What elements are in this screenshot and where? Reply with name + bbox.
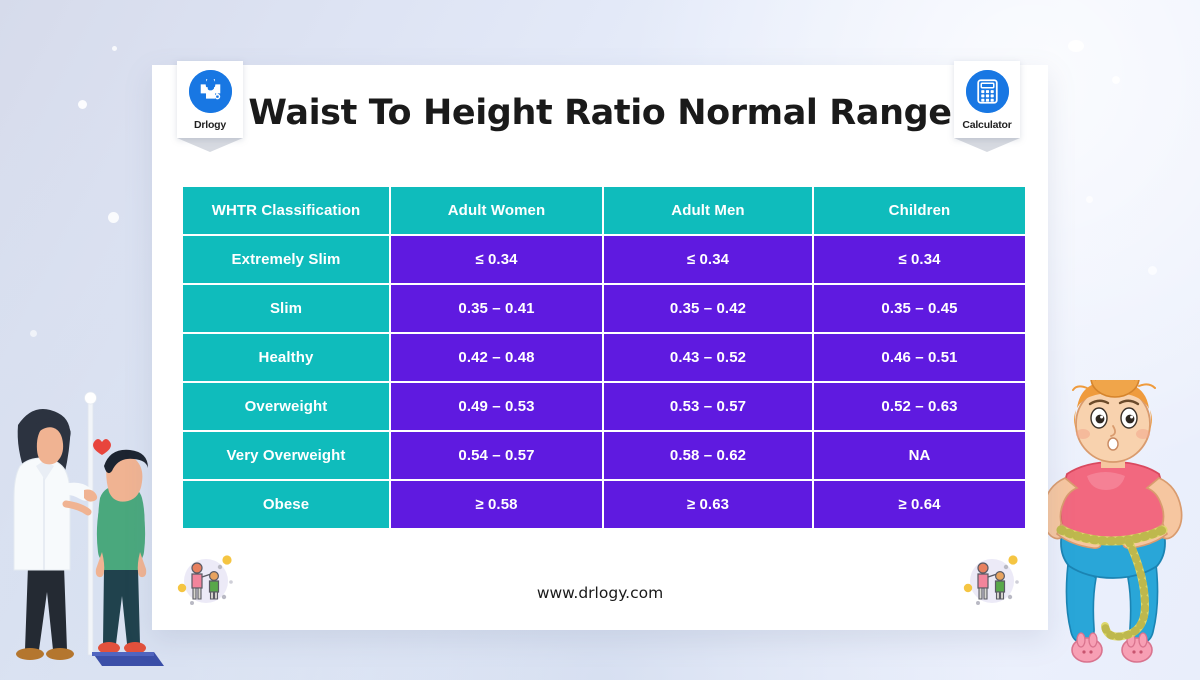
bokeh-dot: [108, 212, 119, 223]
bokeh-dot: [1148, 266, 1157, 275]
table-row: Healthy 0.42 – 0.48 0.43 – 0.52 0.46 – 0…: [183, 334, 1025, 381]
cell-children: ≥ 0.64: [814, 481, 1025, 528]
table-header-row: WHTR Classification Adult Women Adult Me…: [183, 187, 1025, 234]
cell-children: 0.46 – 0.51: [814, 334, 1025, 381]
calculator-badge-label: Calculator: [962, 119, 1012, 131]
cell-children: NA: [814, 432, 1025, 479]
bokeh-dot: [1112, 76, 1120, 84]
cell-adult-men: 0.35 – 0.42: [604, 285, 812, 332]
height-measurement-icon: [963, 555, 1019, 605]
whtr-table-container: WHTR Classification Adult Women Adult Me…: [181, 185, 1025, 530]
cell-adult-women: ≥ 0.58: [391, 481, 602, 528]
column-header-classification: WHTR Classification: [183, 187, 389, 234]
cell-children: ≤ 0.34: [814, 236, 1025, 283]
cell-adult-men: 0.58 – 0.62: [604, 432, 812, 479]
cell-children: 0.52 – 0.63: [814, 383, 1025, 430]
cell-adult-women: 0.42 – 0.48: [391, 334, 602, 381]
calculator-badge: Calculator: [954, 61, 1020, 152]
cell-classification: Slim: [183, 285, 389, 332]
cell-adult-women: 0.49 – 0.53: [391, 383, 602, 430]
table-row: Overweight 0.49 – 0.53 0.53 – 0.57 0.52 …: [183, 383, 1025, 430]
table-row: Very Overweight 0.54 – 0.57 0.58 – 0.62 …: [183, 432, 1025, 479]
cell-children: 0.35 – 0.45: [814, 285, 1025, 332]
bokeh-dot: [112, 46, 117, 51]
page-title: Waist To Height Ratio Normal Range: [248, 93, 952, 133]
card-footer: www.drlogy.com: [152, 542, 1048, 630]
badge-tail: [954, 138, 1020, 152]
cell-adult-women: 0.54 – 0.57: [391, 432, 602, 479]
bokeh-dot: [78, 100, 87, 109]
cell-adult-men: 0.53 – 0.57: [604, 383, 812, 430]
cell-adult-women: 0.35 – 0.41: [391, 285, 602, 332]
bokeh-dot: [1086, 196, 1093, 203]
table-row: Extremely Slim ≤ 0.34 ≤ 0.34 ≤ 0.34: [183, 236, 1025, 283]
bokeh-dot: [1068, 40, 1084, 52]
cell-classification: Obese: [183, 481, 389, 528]
calculator-icon: [965, 70, 1009, 113]
card-header: Drlogy Waist To Height Ratio Normal Rang…: [152, 61, 1048, 173]
cell-classification: Extremely Slim: [183, 236, 389, 283]
cell-classification: Very Overweight: [183, 432, 389, 479]
column-header-children: Children: [814, 187, 1025, 234]
whtr-table: WHTR Classification Adult Women Adult Me…: [181, 185, 1027, 530]
column-header-adult-men: Adult Men: [604, 187, 812, 234]
infographic-card: Drlogy Waist To Height Ratio Normal Rang…: [152, 61, 1048, 630]
table-row: Slim 0.35 – 0.41 0.35 – 0.42 0.35 – 0.45: [183, 285, 1025, 332]
table-row: Obese ≥ 0.58 ≥ 0.63 ≥ 0.64: [183, 481, 1025, 528]
cell-classification: Healthy: [183, 334, 389, 381]
calculator-badge-body: Calculator: [954, 61, 1020, 138]
cell-adult-women: ≤ 0.34: [391, 236, 602, 283]
bokeh-dot: [1076, 424, 1086, 434]
cell-adult-men: ≥ 0.63: [604, 481, 812, 528]
column-header-adult-women: Adult Women: [391, 187, 602, 234]
bokeh-dot: [30, 330, 37, 337]
cell-adult-men: ≤ 0.34: [604, 236, 812, 283]
badge-tail: [177, 138, 243, 152]
cell-classification: Overweight: [183, 383, 389, 430]
cell-adult-men: 0.43 – 0.52: [604, 334, 812, 381]
woman-measuring-waist-with-tape-illustration: [1041, 380, 1183, 663]
footer-website-url[interactable]: www.drlogy.com: [152, 584, 1048, 602]
